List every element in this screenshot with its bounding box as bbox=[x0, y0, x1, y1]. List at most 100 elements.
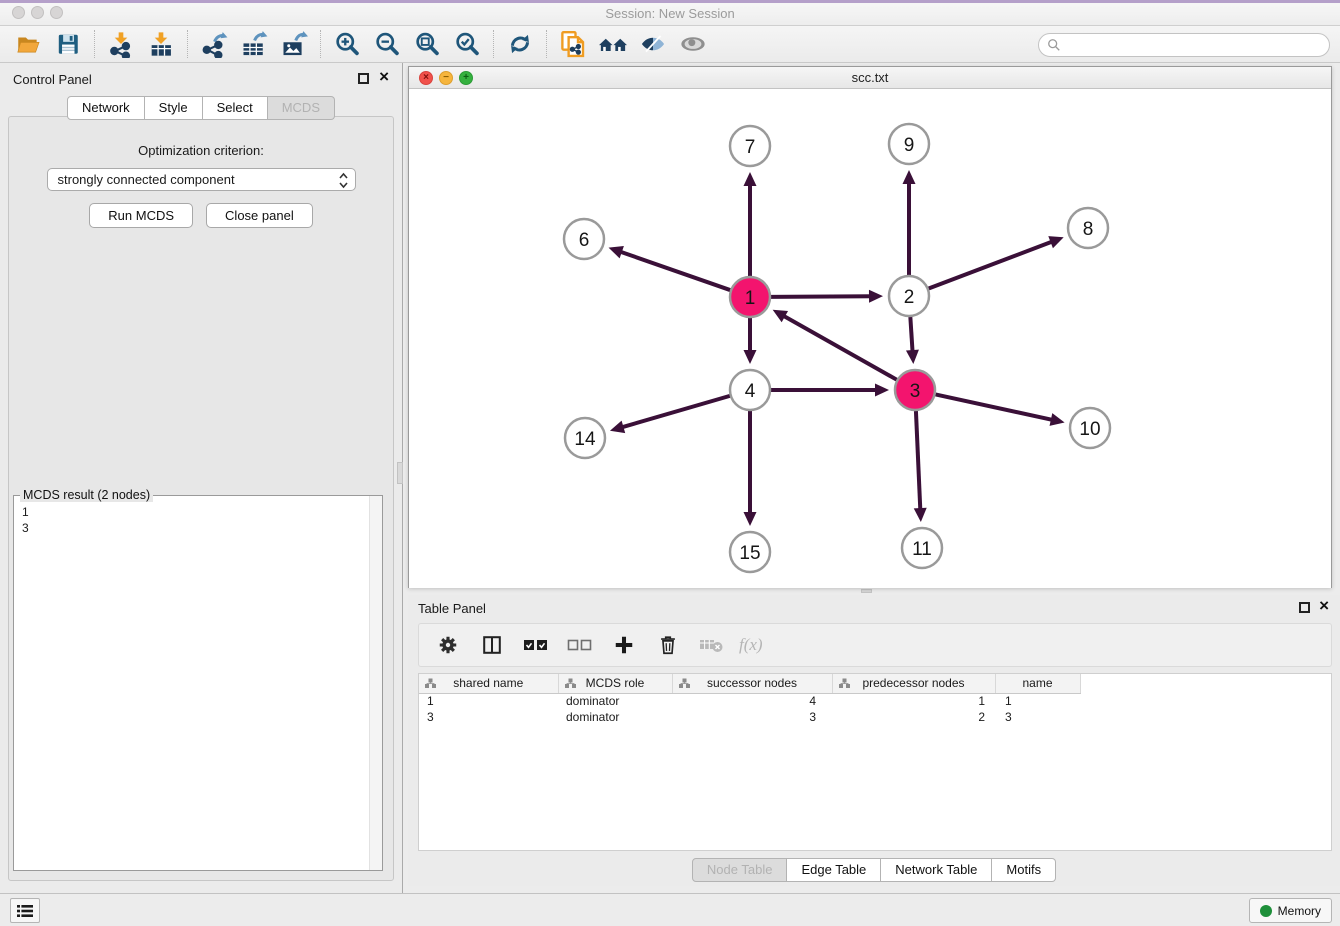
graph-node-6[interactable]: 6 bbox=[564, 219, 604, 259]
graph-node-1[interactable]: 1 bbox=[730, 277, 770, 317]
home-icon[interactable] bbox=[593, 28, 633, 60]
network-canvas[interactable]: 7 9 6 8 1 2 4 3 14 10 15 11 bbox=[409, 89, 1331, 588]
close-panel-button[interactable]: Close panel bbox=[206, 203, 313, 228]
tab-edge-table[interactable]: Edge Table bbox=[787, 858, 881, 882]
search-input[interactable] bbox=[1066, 38, 1329, 52]
network-window-title: scc.txt bbox=[409, 70, 1331, 85]
memory-button[interactable]: Memory bbox=[1249, 898, 1332, 923]
zoom-out-icon[interactable] bbox=[367, 28, 407, 60]
graph-edge-1-4[interactable] bbox=[744, 318, 757, 364]
add-column-icon[interactable] bbox=[607, 629, 641, 661]
table-cell[interactable]: dominator bbox=[558, 709, 672, 725]
search-box[interactable] bbox=[1038, 33, 1330, 57]
export-network-icon[interactable] bbox=[194, 28, 234, 60]
export-image-icon[interactable] bbox=[274, 28, 314, 60]
control-panel: Control Panel × Network Style Select MCD… bbox=[0, 63, 403, 893]
table-cell[interactable]: 3 bbox=[419, 709, 558, 725]
column-header-successor-nodes[interactable]: successor nodes bbox=[672, 674, 832, 693]
graph-edge-2-3[interactable] bbox=[906, 317, 919, 364]
table-cell[interactable]: 1 bbox=[995, 693, 1080, 709]
zoom-in-icon[interactable] bbox=[327, 28, 367, 60]
table-cell[interactable]: 3 bbox=[672, 709, 832, 725]
criterion-value: strongly connected component bbox=[58, 172, 235, 187]
graph-node-2[interactable]: 2 bbox=[889, 276, 929, 316]
refresh-icon[interactable] bbox=[500, 28, 540, 60]
table-row[interactable]: 1dominator411 bbox=[419, 693, 1331, 709]
unselect-all-columns-icon[interactable] bbox=[563, 629, 597, 661]
table-cell[interactable]: 1 bbox=[832, 693, 995, 709]
graph-edge-1-2[interactable] bbox=[771, 290, 883, 303]
tab-motifs[interactable]: Motifs bbox=[992, 858, 1056, 882]
save-session-icon[interactable] bbox=[48, 28, 88, 60]
close-table-panel-icon[interactable]: × bbox=[1319, 596, 1329, 616]
graph-node-14[interactable]: 14 bbox=[565, 418, 605, 458]
tab-network[interactable]: Network bbox=[67, 96, 145, 120]
node-table[interactable]: shared nameMCDS role successor nodes prede… bbox=[418, 673, 1332, 851]
float-table-panel-icon[interactable] bbox=[1299, 602, 1310, 613]
search-icon bbox=[1047, 38, 1061, 52]
table-cell[interactable]: 1 bbox=[419, 693, 558, 709]
import-network-icon[interactable] bbox=[101, 28, 141, 60]
graph-edge-3-11[interactable] bbox=[914, 411, 927, 522]
column-header-predecessor-nodes[interactable]: predecessor nodes bbox=[832, 674, 995, 693]
table-row[interactable]: 3dominator323 bbox=[419, 709, 1331, 725]
graph-node-3[interactable]: 3 bbox=[895, 370, 935, 410]
mcds-result-scrollbar[interactable] bbox=[369, 496, 382, 870]
svg-text:11: 11 bbox=[912, 539, 932, 560]
tab-network-table[interactable]: Network Table bbox=[881, 858, 992, 882]
graph-edge-4-14[interactable] bbox=[610, 396, 730, 433]
fx-icon[interactable]: f(x) bbox=[739, 635, 763, 655]
graph-node-8[interactable]: 8 bbox=[1068, 208, 1108, 248]
table-cell[interactable]: 2 bbox=[832, 709, 995, 725]
column-header-MCDS-role[interactable]: MCDS role bbox=[558, 674, 672, 693]
tab-style[interactable]: Style bbox=[145, 96, 203, 120]
open-session-icon[interactable] bbox=[8, 28, 48, 60]
column-label: successor nodes bbox=[707, 676, 797, 690]
graph-edge-3-10[interactable] bbox=[936, 394, 1065, 425]
tab-mcds[interactable]: MCDS bbox=[268, 96, 335, 120]
tab-node-table[interactable]: Node Table bbox=[692, 858, 788, 882]
select-all-columns-icon[interactable] bbox=[519, 629, 553, 661]
network-file-icon[interactable] bbox=[553, 28, 593, 60]
close-panel-icon[interactable]: × bbox=[379, 67, 389, 87]
graph-edge-2-8[interactable] bbox=[929, 236, 1064, 288]
network-window-titlebar[interactable]: × − + scc.txt bbox=[409, 67, 1331, 89]
show-eye-icon[interactable] bbox=[673, 28, 713, 60]
graph-edge-2-9[interactable] bbox=[903, 170, 916, 275]
delete-table-icon[interactable] bbox=[695, 629, 729, 661]
graph-node-15[interactable]: 15 bbox=[730, 532, 770, 572]
delete-column-icon[interactable] bbox=[651, 629, 685, 661]
graph-node-11[interactable]: 11 bbox=[902, 528, 942, 568]
mcds-result-text[interactable]: 13 bbox=[14, 498, 368, 870]
table-cell[interactable]: 3 bbox=[995, 709, 1080, 725]
dropdown-stepper-icon bbox=[339, 172, 348, 192]
graph-edge-1-7[interactable] bbox=[744, 172, 757, 276]
table-cell[interactable]: 4 bbox=[672, 693, 832, 709]
zoom-selected-icon[interactable] bbox=[447, 28, 487, 60]
table-cell[interactable]: dominator bbox=[558, 693, 672, 709]
float-panel-icon[interactable] bbox=[358, 73, 369, 84]
criterion-dropdown[interactable]: strongly connected component bbox=[47, 168, 356, 191]
hide-eye-icon[interactable] bbox=[633, 28, 673, 60]
column-header-name[interactable]: name bbox=[995, 674, 1080, 693]
graph-node-10[interactable]: 10 bbox=[1070, 408, 1110, 448]
graph-edge-3-1[interactable] bbox=[773, 310, 897, 380]
graph-edge-4-15[interactable] bbox=[744, 411, 757, 526]
split-columns-icon[interactable] bbox=[475, 629, 509, 661]
export-table-icon[interactable] bbox=[234, 28, 274, 60]
graph-edge-4-3[interactable] bbox=[771, 384, 889, 397]
settings-gear-icon[interactable] bbox=[431, 629, 465, 661]
graph-node-7[interactable]: 7 bbox=[730, 126, 770, 166]
column-header-shared-name[interactable]: shared name bbox=[419, 674, 558, 693]
graph-edge-1-6[interactable] bbox=[609, 246, 731, 290]
tab-select[interactable]: Select bbox=[203, 96, 268, 120]
task-history-icon[interactable] bbox=[10, 898, 40, 923]
panel-splitter-grip[interactable] bbox=[397, 462, 403, 484]
graph-node-9[interactable]: 9 bbox=[889, 124, 929, 164]
network-graph[interactable]: 7 9 6 8 1 2 4 3 14 10 15 11 bbox=[409, 89, 1331, 588]
graph-node-4[interactable]: 4 bbox=[730, 370, 770, 410]
zoom-fit-icon[interactable] bbox=[407, 28, 447, 60]
import-table-icon[interactable] bbox=[141, 28, 181, 60]
horizontal-splitter-grip[interactable] bbox=[861, 589, 872, 593]
run-mcds-button[interactable]: Run MCDS bbox=[89, 203, 193, 228]
